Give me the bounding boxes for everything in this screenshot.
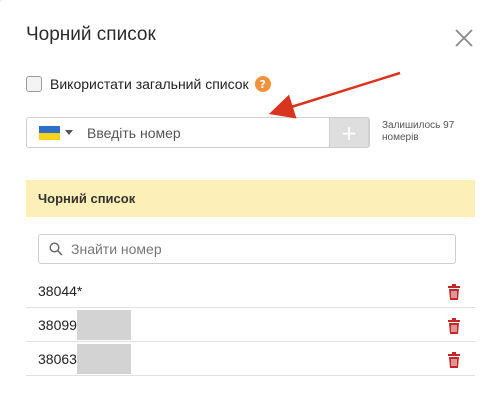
trash-icon[interactable] [447, 318, 461, 334]
trash-icon[interactable] [447, 352, 461, 368]
add-number-button[interactable]: + [329, 117, 369, 148]
list-item-number: 38099 [38, 316, 77, 333]
list-item: 38063 [26, 342, 475, 376]
remaining-count: Залишилось 97 номерів [382, 120, 455, 143]
list-item-number: 38044* [38, 282, 83, 299]
trash-icon[interactable] [447, 284, 461, 300]
use-common-list-checkbox[interactable] [26, 76, 42, 92]
close-icon[interactable] [452, 26, 476, 50]
country-selector[interactable] [39, 125, 73, 140]
redacted-mask [76, 343, 131, 374]
help-icon[interactable]: ? [254, 76, 271, 92]
phone-input-group: + [26, 117, 370, 148]
blacklist-list: 38044* 38099 38063 [26, 274, 475, 376]
list-item-number: 38063 [38, 350, 77, 367]
blacklist-dialog: Чорний список Використати загальний спис… [0, 0, 501, 400]
ukraine-flag-icon [39, 125, 60, 140]
dialog-title: Чорний список [26, 24, 156, 45]
list-item: 38099 [26, 308, 475, 342]
use-common-list-row: Використати загальний список ? [26, 76, 271, 92]
phone-number-input[interactable] [87, 120, 317, 145]
redacted-mask [76, 309, 131, 340]
search-input[interactable] [71, 241, 441, 257]
chevron-down-icon [65, 130, 73, 135]
list-item: 38044* [26, 274, 475, 308]
blacklist-section-header: Чорний список [26, 180, 475, 217]
search-icon [49, 242, 63, 256]
search-box [38, 234, 456, 264]
use-common-list-label[interactable]: Використати загальний список [50, 76, 249, 92]
